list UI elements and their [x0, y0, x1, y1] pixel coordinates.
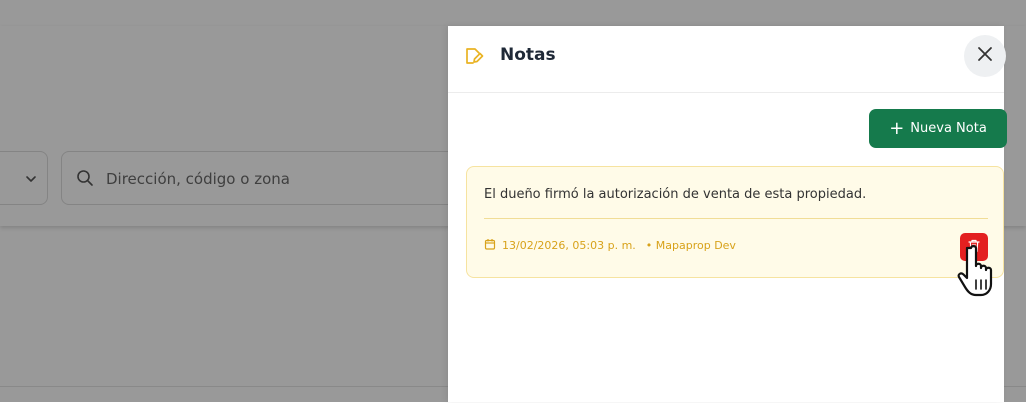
- calendar-icon: [484, 238, 496, 253]
- note-divider: [484, 218, 988, 219]
- close-icon: [977, 46, 993, 66]
- notes-drawer: Notas + Nueva Nota El dueño firmó la aut…: [448, 26, 1007, 402]
- close-button[interactable]: [964, 35, 1006, 77]
- edit-note-icon: [464, 46, 484, 70]
- drawer-header: Notas: [448, 26, 1006, 93]
- note-text: El dueño firmó la autorización de venta …: [484, 187, 867, 202]
- note-author: • Mapaprop Dev: [645, 239, 736, 252]
- drawer-title: Notas: [500, 45, 556, 65]
- note-card: El dueño firmó la autorización de venta …: [466, 166, 1004, 278]
- note-date: 13/02/2026, 05:03 p. m.: [502, 239, 636, 252]
- new-note-button[interactable]: + Nueva Nota: [869, 109, 1007, 148]
- new-note-label: Nueva Nota: [910, 121, 987, 136]
- hand-pointer-cursor-icon: [952, 242, 1000, 302]
- plus-icon: +: [889, 117, 905, 139]
- note-meta: 13/02/2026, 05:03 p. m. • Mapaprop Dev: [484, 238, 736, 253]
